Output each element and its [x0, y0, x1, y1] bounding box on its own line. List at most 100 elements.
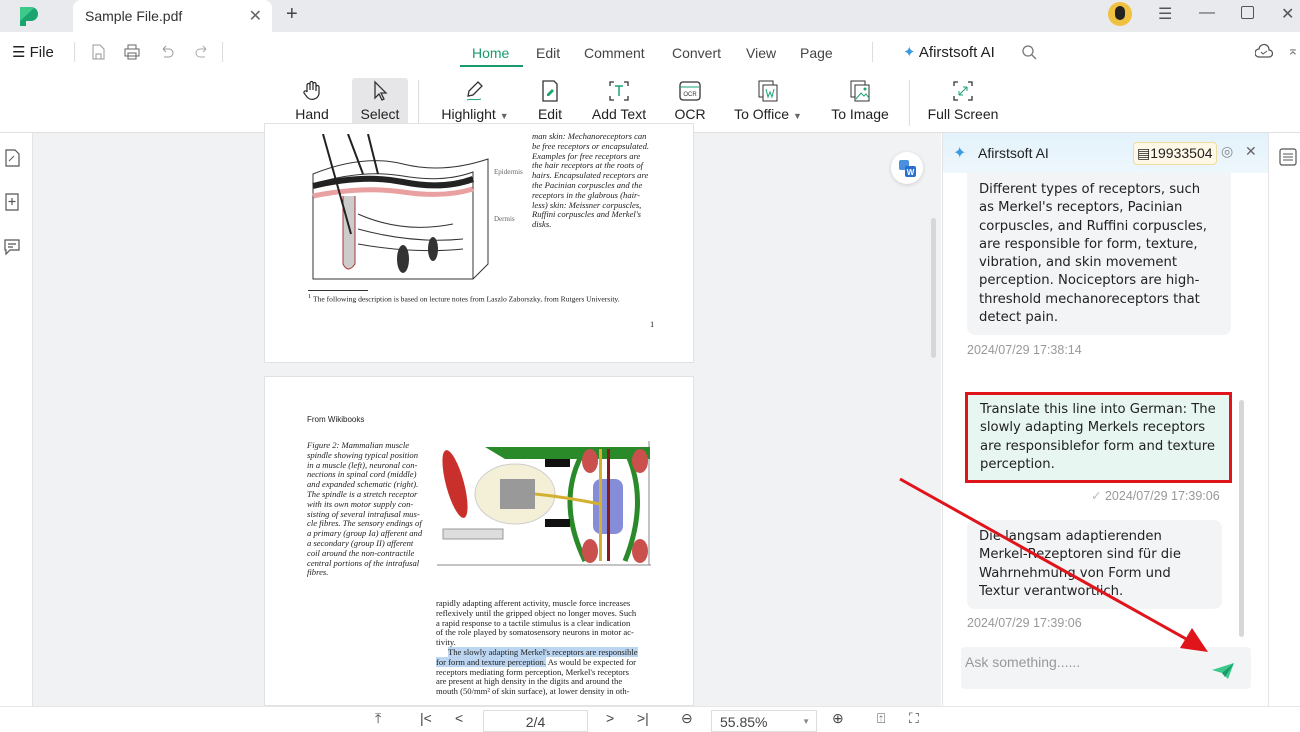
fit-page-icon[interactable]: ⛶ [909, 710, 919, 727]
tab-sample-file[interactable]: Sample File.pdf ✕ [73, 0, 272, 32]
print-icon[interactable] [124, 44, 140, 60]
page2-body: rapidly adapting afferent activity, musc… [436, 598, 651, 697]
to-image-button[interactable]: To Image [828, 78, 892, 128]
zoom-select[interactable]: 55.85% ▼ [711, 710, 817, 732]
tab-comment[interactable]: Comment [584, 45, 645, 61]
close-panel-icon[interactable]: ✕ [1245, 143, 1257, 160]
send-icon[interactable] [1211, 661, 1235, 681]
caption-line: fibres. [307, 567, 329, 578]
select-tool-button[interactable]: Select [352, 78, 408, 128]
text-line: mouth (50/mm² of skin surface), at lower… [436, 686, 630, 697]
image-icon [850, 80, 870, 102]
close-window-icon[interactable]: ✕ [1281, 4, 1294, 24]
save-icon[interactable] [90, 44, 106, 60]
tab-home[interactable]: Home [472, 45, 509, 61]
bookmark-icon[interactable] [3, 193, 21, 211]
page-number-input[interactable]: 2/4 [483, 710, 588, 732]
chevron-down-icon: ▼ [802, 717, 810, 726]
chat-scrollbar[interactable] [1239, 400, 1244, 637]
message-timestamp: 2024/07/29 17:39:06 [967, 616, 1082, 630]
tab-view[interactable]: View [746, 45, 776, 61]
full-screen-button[interactable]: Full Screen [927, 78, 999, 128]
fit-width-icon[interactable]: ⍐ [877, 710, 885, 727]
ask-input[interactable]: Ask something...... [961, 647, 1251, 689]
highlight-label: Highlight [441, 106, 496, 122]
ai-panel-header: ✦ Afirstsoft AI ▤19933504 ◎ ✕ [943, 133, 1269, 173]
menu-row: ☰ File Home Edit Comment Convert View Pa… [0, 32, 1300, 74]
page1-right-column: man skin: Mechanoreceptors can be free re… [532, 131, 657, 230]
to-image-label: To Image [831, 106, 889, 122]
text-line: disks. [532, 219, 552, 230]
credits-count: 19933504 [1150, 145, 1213, 161]
highlighted-text-2[interactable]: for form and texture perception. [436, 656, 547, 667]
ai-assistant-panel: ✦ Afirstsoft AI ▤19933504 ◎ ✕ Different … [942, 133, 1269, 706]
collapse-ribbon-icon[interactable]: ⌅ [1287, 42, 1299, 59]
right-sidebar [1268, 133, 1300, 706]
comments-icon[interactable] [3, 238, 21, 256]
menu-icon[interactable]: ☰ [1158, 4, 1172, 24]
svg-text:W: W [907, 168, 915, 177]
settings-icon[interactable]: ◎ [1221, 143, 1233, 160]
redo-icon[interactable] [194, 44, 210, 60]
maximize-icon[interactable] [1241, 6, 1254, 19]
tab-title: Sample File.pdf [85, 8, 183, 24]
left-sidebar [0, 133, 33, 706]
tab-page[interactable]: Page [800, 45, 833, 61]
hand-icon [303, 80, 320, 100]
add-text-label: Add Text [591, 106, 647, 122]
add-text-button[interactable]: Add Text [588, 78, 650, 128]
tab-bar: Sample File.pdf ✕ + ☰ — ✕ [0, 0, 1300, 32]
file-menu[interactable]: ☰ File [12, 43, 54, 61]
file-label: File [29, 44, 54, 61]
highlight-button[interactable]: Highlight ▼ [436, 78, 514, 128]
document-scrollbar[interactable] [931, 218, 936, 358]
pdf-page-1: Epidermis Dermis man skin: Mechanorecept… [264, 123, 694, 363]
add-text-icon [609, 81, 629, 101]
ai-panel-title: Afirstsoft AI [978, 145, 1049, 161]
select-label: Select [360, 106, 400, 122]
ai-label: Afirstsoft AI [918, 44, 995, 61]
hand-tool-button[interactable]: Hand [290, 78, 334, 128]
document-viewer[interactable]: Epidermis Dermis man skin: Mechanorecept… [33, 123, 941, 706]
cloud-icon[interactable] [1255, 43, 1273, 59]
zoom-out-icon[interactable]: ⊖ [681, 710, 693, 727]
full-screen-label: Full Screen [927, 106, 999, 122]
first-page-icon[interactable]: |< [420, 710, 432, 726]
full-screen-icon [953, 81, 973, 101]
page-thumbnails-icon[interactable] [3, 149, 21, 167]
skin-receptors-figure [312, 134, 489, 280]
properties-panel-icon[interactable] [1279, 148, 1297, 166]
sparkle-icon: ✦ [903, 44, 916, 61]
minimize-icon[interactable]: — [1199, 4, 1215, 22]
epidermis-label: Epidermis [494, 168, 523, 176]
previous-page-icon[interactable]: < [455, 710, 463, 726]
tab-convert[interactable]: Convert [672, 45, 721, 61]
edit-button[interactable]: Edit [534, 78, 566, 128]
page-number: 1 [650, 319, 655, 329]
figure-caption: Figure 2: Mammalian muscle spindle showin… [307, 440, 427, 578]
undo-icon[interactable] [159, 44, 175, 60]
dropdown-caret-icon: ▼ [792, 111, 802, 121]
next-page-icon[interactable]: > [606, 710, 614, 726]
to-office-button[interactable]: To Office ▼ [730, 78, 806, 128]
ocr-button[interactable]: OCR OCR [673, 78, 707, 128]
scroll-top-icon[interactable]: ⤒ [375, 710, 381, 727]
edit-document-icon [542, 80, 558, 102]
afirstsoft-ai-button[interactable]: ✦ Afirstsoft AI [903, 43, 995, 61]
svg-text:OCR: OCR [683, 92, 697, 98]
translate-button[interactable]: W [891, 152, 923, 184]
zoom-in-icon[interactable]: ⊕ [832, 710, 844, 727]
dropdown-caret-icon: ▼ [499, 111, 509, 121]
highlighted-text[interactable]: The slowly adapting Merkel's receptors a… [448, 646, 638, 657]
close-tab-icon[interactable]: ✕ [249, 6, 262, 26]
ocr-label: OCR [674, 106, 706, 122]
tab-edit[interactable]: Edit [536, 45, 560, 61]
page-navigation-bar: ⤒ |< < 2/4 > >| ⊖ 55.85% ▼ ⊕ ⍐ ⛶ [0, 706, 1300, 732]
app-logo-icon [20, 7, 38, 26]
last-page-icon[interactable]: >| [637, 710, 649, 726]
new-tab-button[interactable]: + [286, 3, 298, 26]
text-line: of the role played by somatosensory neur… [436, 627, 634, 638]
to-office-label: To Office [734, 106, 790, 122]
avatar[interactable] [1108, 2, 1132, 26]
search-icon[interactable] [1021, 44, 1037, 60]
